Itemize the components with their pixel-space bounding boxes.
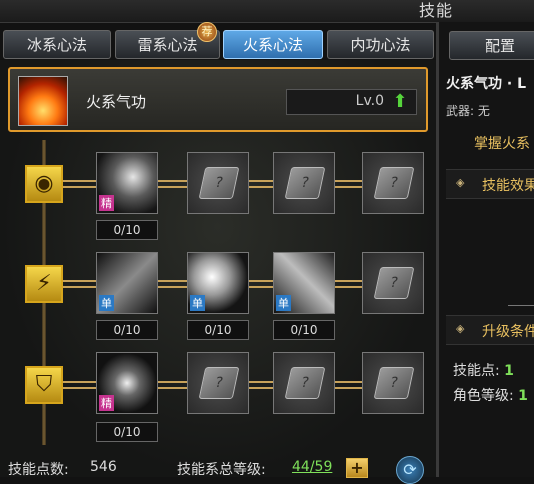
connector: [63, 280, 97, 288]
add-points-button[interactable]: +: [346, 458, 368, 478]
total-level-label: 技能系总等级:: [177, 462, 266, 478]
req-role-level-value: 1: [518, 388, 528, 404]
connector: [63, 180, 97, 188]
total-level-value[interactable]: 44/59: [292, 459, 332, 475]
locked-skill-slot[interactable]: ?: [362, 252, 424, 314]
skill-count: 0/10: [96, 220, 158, 240]
upgrade-label: 升级条件: [482, 324, 534, 340]
tab-fire[interactable]: 火系心法: [223, 30, 323, 59]
upgrade-section-header[interactable]: ◈ 升级条件: [446, 315, 534, 345]
locked-book-icon: ?: [198, 167, 240, 199]
skill-slot[interactable]: 单: [96, 252, 158, 314]
tab-internal[interactable]: 内功心法: [327, 30, 434, 59]
connector: [335, 280, 363, 288]
skill-slot[interactable]: 精: [96, 352, 158, 414]
fire-ring-icon[interactable]: ◉: [25, 165, 63, 203]
effect-section-header[interactable]: ◈ 技能效果: [446, 169, 534, 199]
locked-book-icon: ?: [373, 167, 415, 199]
connector: [158, 280, 188, 288]
flame-claw-icon[interactable]: ⚡: [25, 265, 63, 303]
req-skill-points: 技能点: 1: [453, 360, 514, 380]
window-title: 技能: [419, 1, 454, 20]
selected-skill-name: 火系气功: [86, 93, 147, 111]
connector: [63, 381, 97, 389]
config-button[interactable]: 配置: [449, 31, 534, 60]
locked-skill-slot[interactable]: ?: [273, 352, 335, 414]
connector: [158, 180, 188, 188]
skill-points-value: 546: [90, 459, 117, 475]
locked-book-icon: ?: [373, 367, 415, 399]
locked-book-icon: ?: [284, 167, 326, 199]
skill-slot[interactable]: 单: [187, 252, 249, 314]
skill-tag: 精: [99, 395, 114, 411]
skill-tag: 单: [276, 295, 291, 311]
divider-line: [508, 305, 534, 306]
req-role-level: 角色等级: 1: [453, 385, 528, 405]
skill-slot[interactable]: 单: [273, 252, 335, 314]
refresh-icon[interactable]: ⟳: [396, 456, 424, 484]
locked-skill-slot[interactable]: ?: [362, 352, 424, 414]
locked-book-icon: ?: [373, 267, 415, 299]
level-up-arrow-icon[interactable]: ⬆: [390, 92, 410, 112]
locked-book-icon: ?: [198, 367, 240, 399]
connector: [335, 180, 363, 188]
connector: [158, 381, 188, 389]
detail-weapon: 武器: 无: [446, 104, 490, 118]
recommend-badge: 荐: [197, 22, 217, 42]
locked-skill-slot[interactable]: ?: [187, 152, 249, 214]
diamond-icon: ◈: [456, 322, 465, 335]
connector: [249, 381, 274, 389]
fire-skill-icon: [18, 76, 68, 126]
skill-count: 0/10: [187, 320, 249, 340]
effect-label: 技能效果: [482, 178, 534, 194]
detail-title: 火系气功 · L: [446, 76, 526, 92]
req-role-level-label: 角色等级:: [453, 388, 514, 404]
locked-book-icon: ?: [284, 367, 326, 399]
selected-skill-header[interactable]: 火系气功 Lv.0 ⬆: [8, 67, 428, 132]
skill-slot[interactable]: 精: [96, 152, 158, 214]
skill-count: 0/10: [96, 320, 158, 340]
connector: [335, 381, 363, 389]
locked-skill-slot[interactable]: ?: [273, 152, 335, 214]
diamond-icon: ◈: [456, 176, 465, 189]
req-skill-points-label: 技能点:: [453, 363, 500, 379]
window-titlebar: 技能: [0, 0, 534, 23]
locked-skill-slot[interactable]: ?: [187, 352, 249, 414]
skill-points-label: 技能点数:: [8, 462, 69, 478]
detail-description: 掌握火系: [474, 136, 530, 152]
skill-level-box: Lv.0 ⬆: [286, 89, 417, 115]
connector: [249, 180, 274, 188]
skill-tag: 精: [99, 195, 114, 211]
skill-count: 0/10: [273, 320, 335, 340]
skill-tag: 单: [99, 295, 114, 311]
skill-tag: 单: [190, 295, 205, 311]
skill-level: Lv.0: [355, 93, 384, 109]
fire-shield-icon[interactable]: ⛉: [25, 366, 63, 404]
tab-ice[interactable]: 冰系心法: [3, 30, 111, 59]
req-skill-points-value: 1: [504, 363, 514, 379]
connector: [249, 280, 274, 288]
skill-count: 0/10: [96, 422, 158, 442]
locked-skill-slot[interactable]: ?: [362, 152, 424, 214]
